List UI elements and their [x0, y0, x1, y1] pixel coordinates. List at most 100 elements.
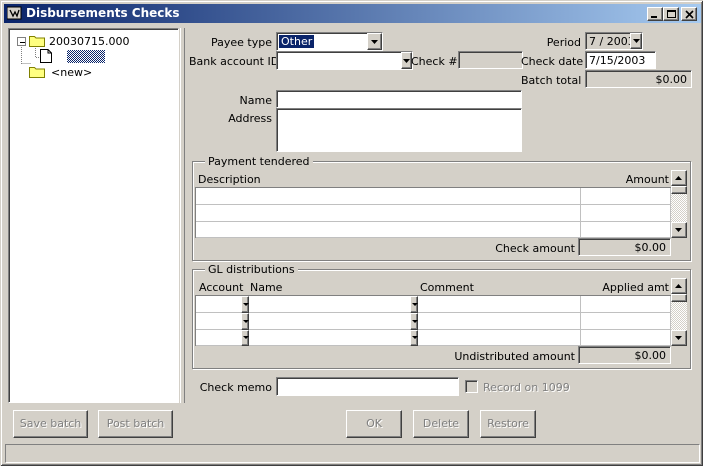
- grid-cell[interactable]: [249, 313, 411, 330]
- address-label: Address: [228, 112, 272, 125]
- grid-cell[interactable]: [196, 205, 581, 222]
- bank-account-select[interactable]: [276, 51, 413, 70]
- record-1099-checkbox[interactable]: [465, 380, 478, 393]
- minus-icon: [20, 42, 25, 43]
- scroll-down-button[interactable]: [671, 330, 687, 346]
- check-memo-input[interactable]: [276, 377, 459, 396]
- folder-icon: [29, 67, 45, 78]
- check-date-label: Check date: [521, 55, 584, 68]
- record-1099-label: Record on 1099: [483, 381, 570, 394]
- gl-col-comment: Comment: [420, 281, 474, 294]
- account-dropdown-button[interactable]: [241, 313, 249, 330]
- maximize-icon: [667, 10, 676, 18]
- grid-cell[interactable]: [418, 330, 581, 346]
- gl-distributions-legend: GL distributions: [205, 263, 298, 276]
- grid-cell[interactable]: [581, 296, 671, 313]
- batch-total-field: $0.00: [585, 70, 692, 88]
- gl-col-account: Account: [199, 281, 244, 294]
- close-icon: [685, 10, 694, 19]
- folder-icon: [29, 36, 45, 47]
- address-textarea[interactable]: [276, 108, 522, 152]
- grid-cell[interactable]: [196, 313, 242, 330]
- gl-col-applied: Applied amt: [602, 281, 669, 294]
- payment-grid[interactable]: [195, 187, 671, 238]
- grid-cell[interactable]: [196, 222, 581, 238]
- payment-col-description: Description: [198, 173, 261, 186]
- scroll-up-button[interactable]: [671, 278, 687, 294]
- grid-cell[interactable]: [418, 296, 581, 313]
- check-amount-value: $0.00: [634, 241, 667, 254]
- payment-tendered-legend: Payment tendered: [205, 155, 313, 168]
- batch-total-value: $0.00: [655, 73, 688, 86]
- name-dropdown-button[interactable]: [410, 296, 418, 313]
- splitter[interactable]: [180, 28, 185, 403]
- name-dropdown-button[interactable]: [410, 330, 418, 346]
- ok-button[interactable]: OK: [346, 410, 402, 438]
- tree-new-label[interactable]: <new>: [51, 66, 92, 79]
- arrow-down-icon: [675, 336, 682, 340]
- grid-cell[interactable]: [581, 205, 671, 222]
- period-dropdown-button[interactable]: [630, 33, 642, 49]
- scroll-thumb[interactable]: [671, 186, 687, 194]
- gl-grid[interactable]: [195, 295, 671, 346]
- check-number-label: Check #: [411, 55, 458, 68]
- gl-col-name: Name: [250, 281, 283, 294]
- check-memo-label: Check memo: [199, 381, 272, 394]
- grid-cell[interactable]: [581, 222, 671, 238]
- delete-button[interactable]: Delete: [413, 410, 469, 438]
- name-label: Name: [239, 94, 272, 107]
- close-button[interactable]: [681, 7, 697, 21]
- period-value: 7 / 2003: [589, 35, 635, 48]
- undistributed-amount-label: Undistributed amount: [454, 350, 575, 363]
- minimize-icon: [651, 16, 657, 18]
- name-input[interactable]: [276, 90, 522, 108]
- grid-cell[interactable]: [581, 330, 671, 346]
- bank-account-label: Bank account ID: [189, 55, 280, 68]
- chevron-down-icon: [633, 39, 640, 43]
- document-icon: [40, 49, 52, 63]
- grid-cell[interactable]: [249, 296, 411, 313]
- minimize-button[interactable]: [647, 7, 663, 21]
- gl-scrollbar[interactable]: [671, 278, 687, 346]
- grid-cell[interactable]: [581, 313, 671, 330]
- arrow-up-icon: [675, 284, 682, 288]
- account-dropdown-button[interactable]: [241, 330, 249, 346]
- arrow-down-icon: [675, 228, 682, 232]
- grid-cell[interactable]: [196, 330, 242, 346]
- account-dropdown-button[interactable]: [241, 296, 249, 313]
- name-dropdown-button[interactable]: [410, 313, 418, 330]
- post-batch-button[interactable]: Post batch: [98, 410, 173, 438]
- chevron-down-icon: [371, 39, 378, 44]
- grid-cell[interactable]: [249, 330, 411, 346]
- grid-cell[interactable]: [196, 188, 581, 205]
- grid-cell[interactable]: [196, 296, 242, 313]
- check-date-input[interactable]: 7/15/2003: [585, 51, 656, 69]
- check-amount-field: $0.00: [578, 238, 671, 256]
- window-title: Disbursements Checks: [26, 6, 180, 20]
- check-amount-label: Check amount: [495, 242, 575, 255]
- scroll-up-button[interactable]: [671, 170, 687, 186]
- batch-tree[interactable]: 20030715.000 <new>: [8, 28, 179, 403]
- check-number-field: [458, 51, 523, 69]
- title-bar[interactable]: Disbursements Checks: [4, 4, 701, 23]
- tree-selected-check[interactable]: [67, 50, 105, 63]
- payment-scrollbar[interactable]: [671, 170, 687, 238]
- app-icon: [6, 6, 22, 20]
- scroll-thumb[interactable]: [671, 294, 687, 302]
- payee-type-dropdown-button[interactable]: [367, 33, 382, 50]
- period-select[interactable]: 7 / 2003: [585, 32, 643, 50]
- chevron-down-icon: [403, 58, 410, 63]
- grid-cell[interactable]: [418, 313, 581, 330]
- grid-cell[interactable]: [581, 188, 671, 205]
- tree-batch-label[interactable]: 20030715.000: [49, 35, 129, 48]
- maximize-button[interactable]: [663, 7, 679, 21]
- payee-type-value: Other: [279, 35, 315, 48]
- check-date-value: 7/15/2003: [589, 54, 646, 67]
- save-batch-button[interactable]: Save batch: [13, 410, 88, 438]
- collapse-toggle[interactable]: [17, 37, 26, 46]
- status-bar: [5, 444, 700, 463]
- scroll-down-button[interactable]: [671, 222, 687, 238]
- disbursements-window: Disbursements Checks 20030715.000 <new> …: [0, 0, 703, 466]
- restore-button[interactable]: Restore: [480, 410, 536, 438]
- payee-type-select[interactable]: Other: [276, 32, 383, 51]
